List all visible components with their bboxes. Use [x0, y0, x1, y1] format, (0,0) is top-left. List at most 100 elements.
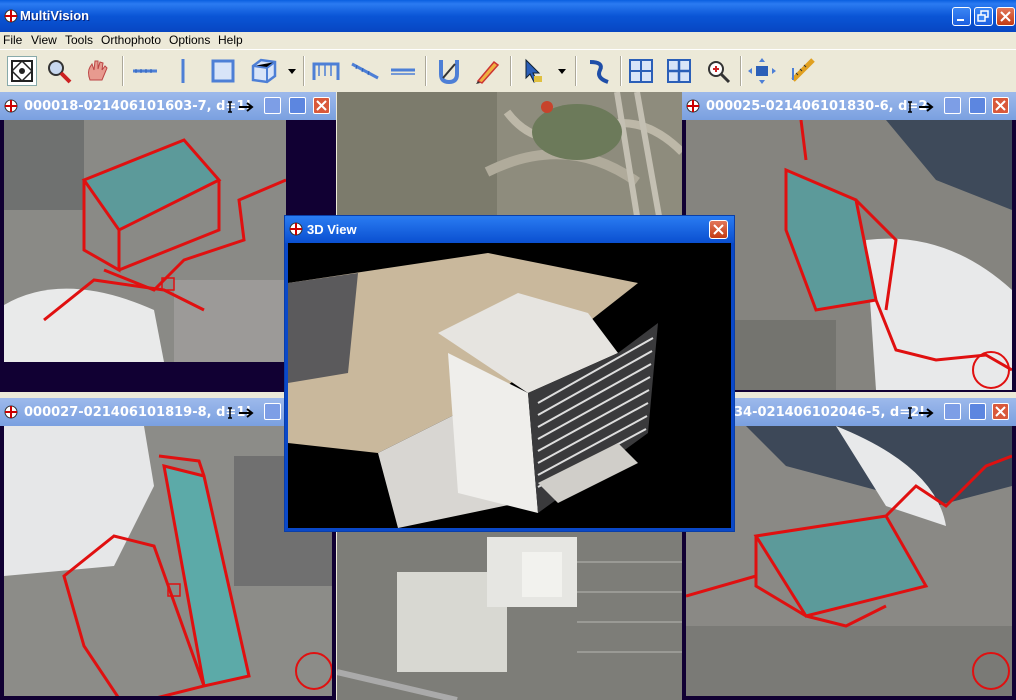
pointer-dropdown-button[interactable] — [555, 56, 569, 86]
menu-view[interactable]: View — [31, 33, 57, 47]
slope-icon — [351, 62, 379, 80]
zoom-button[interactable] — [703, 56, 733, 86]
box-dropdown-button[interactable] — [285, 56, 299, 86]
aerial-image — [337, 532, 682, 700]
minimize-button[interactable] — [944, 97, 961, 114]
tile-four-button[interactable] — [626, 56, 656, 86]
cursor-arrow-icon[interactable] — [227, 100, 259, 114]
dialog-titlebar[interactable]: 3D View — [285, 216, 734, 243]
minimize-button[interactable] — [944, 403, 961, 420]
close-icon — [995, 406, 1006, 417]
restore-button[interactable] — [974, 7, 993, 26]
app-icon — [4, 405, 18, 419]
tile-grid-icon — [667, 59, 691, 83]
aerial-image — [4, 426, 332, 696]
measure-button[interactable] — [789, 56, 819, 86]
pen-icon — [476, 60, 500, 84]
app-icon — [686, 99, 700, 113]
maximize-button[interactable] — [969, 97, 986, 114]
toolbar-separator — [122, 56, 124, 86]
close-button[interactable] — [709, 220, 728, 239]
pointer-icon — [525, 58, 542, 83]
vertical-line-button[interactable] — [168, 56, 198, 86]
image-window-titlebar[interactable]: 000025-021406101830-6, d=2 — [682, 92, 1016, 120]
toolbar-separator — [620, 56, 622, 86]
close-icon — [995, 100, 1006, 111]
ruler-button[interactable] — [388, 56, 418, 86]
toolbar-separator — [510, 56, 512, 86]
menu-tools[interactable]: Tools — [65, 33, 93, 47]
toolbar-separator — [575, 56, 577, 86]
image-window-titlebar[interactable]: 000018-021406101603-7, d=1! — [0, 92, 336, 120]
aerial-image — [337, 92, 682, 216]
image-window-title: 000025-021406101830-6, d=2 — [706, 99, 928, 114]
curve-button[interactable] — [584, 56, 614, 86]
zoom-icon — [708, 61, 731, 84]
close-button[interactable] — [992, 97, 1009, 114]
box-3d-button[interactable] — [247, 56, 277, 86]
dialog-title: 3D View — [307, 222, 357, 237]
horizontal-line-icon — [133, 69, 157, 73]
measure-icon — [791, 58, 815, 82]
cursor-arrow-icon[interactable] — [227, 406, 259, 420]
center-bottom-aerial — [337, 532, 682, 700]
menu-options[interactable]: Options — [169, 33, 210, 47]
close-icon — [713, 224, 724, 235]
hand-pan-icon — [88, 60, 108, 81]
minimize-button[interactable] — [952, 7, 971, 26]
close-button[interactable] — [996, 7, 1015, 26]
minimize-button[interactable] — [264, 97, 281, 114]
image-window-title: 000027-021406101819-8, d=1! — [24, 405, 252, 420]
grid-select-icon — [10, 59, 34, 83]
bridge-button[interactable] — [311, 56, 341, 86]
maximize-button[interactable] — [969, 403, 986, 420]
title-bar: MultiVision — [0, 0, 1016, 32]
close-button[interactable] — [992, 403, 1009, 420]
tile-4-icon — [629, 59, 653, 83]
slope-button[interactable] — [349, 56, 379, 86]
center-top-aerial — [337, 92, 682, 216]
minimize-button[interactable] — [264, 403, 281, 420]
tile-grid-button[interactable] — [664, 56, 694, 86]
toolbar-separator — [740, 56, 742, 86]
magnet-icon — [439, 60, 459, 85]
bridge-icon — [312, 62, 340, 80]
chevron-down-icon — [288, 69, 296, 74]
grid-select-button[interactable] — [7, 56, 37, 86]
vertical-line-icon — [181, 59, 185, 83]
pointer-button[interactable] — [518, 56, 548, 86]
horizontal-line-button[interactable] — [130, 56, 160, 86]
pen-button[interactable] — [472, 56, 502, 86]
aerial-image-view[interactable] — [4, 426, 332, 696]
app-icon — [4, 9, 18, 23]
chevron-down-icon — [558, 69, 566, 74]
box-3d-icon — [251, 58, 277, 84]
aerial-image — [4, 120, 286, 362]
minimize-icon — [957, 19, 964, 21]
close-icon — [316, 100, 327, 111]
camera-move-button[interactable] — [746, 56, 776, 86]
cursor-arrow-icon[interactable] — [907, 406, 939, 420]
maximize-button[interactable] — [289, 97, 306, 114]
menu-help[interactable]: Help — [218, 33, 243, 47]
cursor-arrow-icon[interactable] — [907, 100, 939, 114]
restore-icon — [977, 10, 989, 22]
image-window-title: 000018-021406101603-7, d=1! — [24, 99, 252, 114]
window-title: MultiVision — [20, 8, 90, 23]
3d-render-canvas[interactable] — [288, 243, 731, 528]
pan-tool-button[interactable] — [82, 56, 112, 86]
menu-orthophoto[interactable]: Orthophoto — [101, 33, 161, 47]
3d-building-render — [288, 243, 731, 528]
rectangle-icon — [211, 59, 235, 83]
close-icon — [1000, 11, 1011, 22]
magnet-button[interactable] — [433, 56, 463, 86]
ruler-icon — [391, 68, 415, 75]
toolbar-separator — [425, 56, 427, 86]
zoom-tool-button[interactable] — [44, 56, 74, 86]
rectangle-button[interactable] — [208, 56, 238, 86]
3d-view-dialog[interactable]: 3D View — [284, 215, 735, 532]
menu-file[interactable]: File — [3, 33, 22, 47]
close-button[interactable] — [313, 97, 330, 114]
toolbar — [0, 49, 1016, 93]
aerial-image-view[interactable] — [4, 120, 286, 362]
